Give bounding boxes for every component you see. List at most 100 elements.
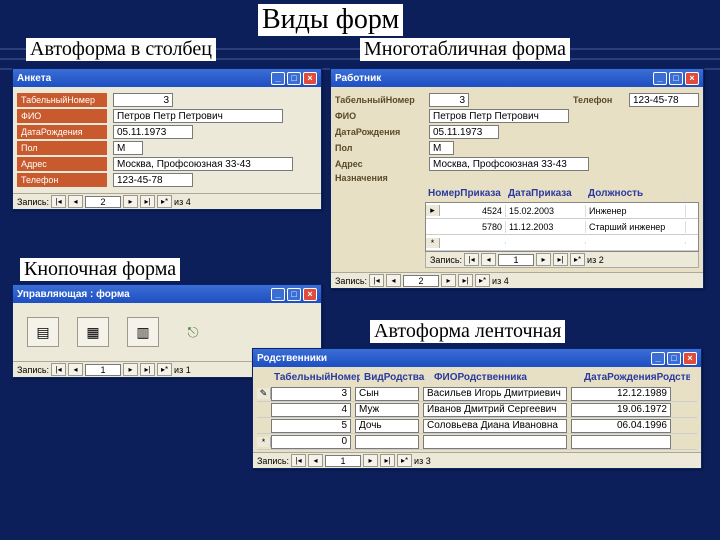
subgrid-row-new[interactable]: * [426, 235, 698, 251]
nav-prev-icon[interactable]: ◂ [308, 454, 323, 467]
table-row-new[interactable]: *0 [257, 434, 697, 450]
window-title: Анкета [17, 73, 51, 84]
close-icon[interactable]: × [303, 288, 317, 301]
field-fio[interactable]: Петров Петр Петрович [429, 109, 569, 123]
nav-first-icon[interactable]: |◂ [464, 253, 479, 266]
nav-next-icon[interactable]: ▸ [123, 195, 138, 208]
nav-label: Запись: [430, 255, 462, 265]
titlebar-rabotnik[interactable]: Работник _ □ × [331, 69, 703, 87]
nav-next-icon[interactable]: ▸ [123, 363, 138, 376]
record-nav-rabotnik: Запись: |◂ ◂ ▸ ▸| ▸* из 4 [331, 272, 703, 288]
label-pol: Пол [17, 141, 107, 155]
minimize-icon[interactable]: _ [651, 352, 665, 365]
nav-next-icon[interactable]: ▸ [536, 253, 551, 266]
titlebar-anketa[interactable]: Анкета _ □ × [13, 69, 321, 87]
nav-next-icon[interactable]: ▸ [441, 274, 456, 287]
nav-current[interactable] [325, 455, 361, 467]
field-addr[interactable]: Москва, Профсоюзная 33-43 [113, 157, 293, 171]
titlebar-rodstv[interactable]: Родственники _ □ × [253, 349, 701, 367]
nav-new-icon[interactable]: ▸* [157, 195, 172, 208]
nav-current[interactable] [85, 364, 121, 376]
field-tabno[interactable]: 3 [429, 93, 469, 107]
nav-first-icon[interactable]: |◂ [291, 454, 306, 467]
field-tel[interactable]: 123-45-78 [629, 93, 699, 107]
field-pol[interactable]: М [429, 141, 454, 155]
close-icon[interactable]: × [683, 352, 697, 365]
open-form2-button[interactable]: ▦ [77, 317, 109, 347]
window-title: Управляющая : форма [17, 289, 130, 300]
nav-new-icon[interactable]: ▸* [475, 274, 490, 287]
minimize-icon[interactable]: _ [271, 72, 285, 85]
open-report-button[interactable]: ▥ [127, 317, 159, 347]
titlebar-upravl[interactable]: Управляющая : форма _ □ × [13, 285, 321, 303]
window-anketa: Анкета _ □ × ТабельныйНомер 3 ФИО Петров П… [12, 68, 322, 210]
nav-of: из 4 [492, 276, 509, 286]
field-fio[interactable]: Петров Петр Петрович [113, 109, 283, 123]
maximize-icon[interactable]: □ [669, 72, 683, 85]
nav-prev-icon[interactable]: ◂ [68, 363, 83, 376]
label-addr: Адрес [17, 157, 107, 171]
nav-new-icon[interactable]: ▸* [397, 454, 412, 467]
nav-last-icon[interactable]: ▸| [380, 454, 395, 467]
subtitle-multi: Многотабличная форма [360, 38, 570, 61]
field-tabno[interactable]: 3 [113, 93, 173, 107]
nav-prev-icon[interactable]: ◂ [481, 253, 496, 266]
close-icon[interactable]: × [685, 72, 699, 85]
nav-last-icon[interactable]: ▸| [140, 195, 155, 208]
window-title: Работник [335, 73, 381, 84]
nav-next-icon[interactable]: ▸ [363, 454, 378, 467]
close-icon[interactable]: × [303, 72, 317, 85]
nav-last-icon[interactable]: ▸| [140, 363, 155, 376]
maximize-icon[interactable]: □ [667, 352, 681, 365]
maximize-icon[interactable]: □ [287, 288, 301, 301]
nav-of: из 2 [587, 255, 604, 265]
record-nav-subgrid: Запись: |◂ ◂ ▸ ▸| ▸* из 2 [425, 252, 699, 268]
subgrid-row[interactable]: ▸452415.02.2003Инженер [426, 203, 698, 219]
maximize-icon[interactable]: □ [287, 72, 301, 85]
nav-last-icon[interactable]: ▸| [458, 274, 473, 287]
nav-new-icon[interactable]: ▸* [157, 363, 172, 376]
subgrid-row[interactable]: 578011.12.2003Старший инженер [426, 219, 698, 235]
label-tabno: ТабельныйНомер [17, 93, 107, 107]
table-row[interactable]: 4МужИванов Дмитрий Сергеевич19.06.1972 [257, 402, 697, 418]
nav-prev-icon[interactable]: ◂ [68, 195, 83, 208]
subgrid: ▸452415.02.2003Инженер 578011.12.2003Ста… [425, 202, 699, 252]
subgrid-header: НомерПриказа ДатаПриказа Должность [425, 185, 699, 202]
label-dob: ДатаРождения [17, 125, 107, 139]
nav-of: из 1 [174, 365, 191, 375]
subtitle-column: Автоформа в столбец [26, 38, 216, 61]
field-addr[interactable]: Москва, Профсоюзная 33-43 [429, 157, 589, 171]
label-nazn: Назначения [335, 173, 423, 183]
nav-new-icon[interactable]: ▸* [570, 253, 585, 266]
open-form1-button[interactable]: ▤ [27, 317, 59, 347]
nav-prev-icon[interactable]: ◂ [386, 274, 401, 287]
table-row[interactable]: ✎3СынВасильев Игорь Дмитриевич12.12.1989 [257, 386, 697, 402]
subtitle-button: Кнопочная форма [20, 258, 180, 281]
minimize-icon[interactable]: _ [653, 72, 667, 85]
window-rodstv: Родственники _ □ × ТабельныйНомер ВидРод… [252, 348, 702, 469]
nav-first-icon[interactable]: |◂ [369, 274, 384, 287]
page-title: Виды форм [258, 4, 403, 36]
nav-current[interactable] [403, 275, 439, 287]
nav-first-icon[interactable]: |◂ [51, 195, 66, 208]
field-pol[interactable]: М [113, 141, 143, 155]
exit-icon: ⎋ [187, 324, 198, 341]
window-title: Родственники [257, 353, 327, 364]
table-row[interactable]: 5ДочьСоловьева Диана Ивановна06.04.1996 [257, 418, 697, 434]
label-tel: Телефон [17, 173, 107, 187]
label-fio: ФИО [17, 109, 107, 123]
minimize-icon[interactable]: _ [271, 288, 285, 301]
nav-current[interactable] [85, 196, 121, 208]
nav-first-icon[interactable]: |◂ [51, 363, 66, 376]
nav-label: Запись: [335, 276, 367, 286]
window-rabotnik: Работник _ □ × ТабельныйНомер 3 Телефон … [330, 68, 704, 289]
nav-label: Запись: [257, 456, 289, 466]
exit-button[interactable]: ⎋ [177, 317, 209, 347]
field-dob[interactable]: 05.11.1973 [429, 125, 499, 139]
field-tel[interactable]: 123-45-78 [113, 173, 193, 187]
nav-label: Запись: [17, 197, 49, 207]
nav-current[interactable] [498, 254, 534, 266]
nav-last-icon[interactable]: ▸| [553, 253, 568, 266]
label-fio: ФИО [335, 111, 423, 121]
field-dob[interactable]: 05.11.1973 [113, 125, 193, 139]
